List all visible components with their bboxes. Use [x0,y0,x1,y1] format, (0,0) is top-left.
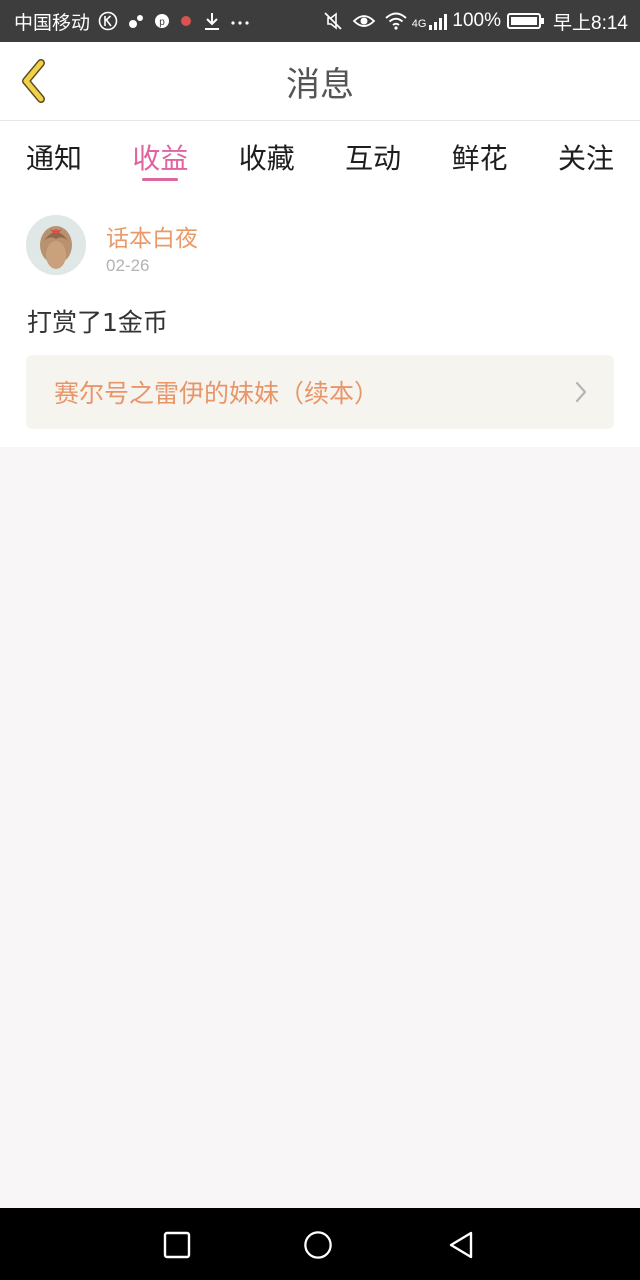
status-bar-left: 中国移动 p [0,8,250,35]
app-icon [178,13,194,29]
triangle-back-icon [449,1231,473,1259]
square-icon [163,1231,191,1259]
download-icon [202,11,222,31]
status-bar-right: 4G 100% 早上8:14 [314,8,640,35]
username[interactable]: 话本白夜 [106,219,198,253]
mute-icon [322,10,344,32]
book-link[interactable]: 赛尔号之雷伊的妹妹（续本） [26,355,614,429]
k-icon [98,11,118,31]
more-icon [230,11,250,31]
tab-favorites[interactable]: 收藏 [239,121,295,193]
svg-text:p: p [159,17,165,28]
eye-icon [352,11,376,31]
tab-bar: 通知 收益 收藏 互动 鲜花 关注 [0,121,640,193]
p-icon: p [154,13,170,29]
tab-interactions[interactable]: 互动 [345,121,401,193]
tab-earnings[interactable]: 收益 [132,121,188,193]
signal-icon [428,12,448,30]
avatar[interactable] [26,215,86,275]
recent-apps-button[interactable] [162,1230,192,1260]
status-bar: 中国移动 p 4G 100% 早上8:14 [0,0,640,42]
network-type: 4G [411,17,427,30]
wifi-icon [384,11,408,31]
message-card: 话本白夜 02-26 打赏了1金币 赛尔号之雷伊的妹妹（续本） [0,193,640,447]
tab-flowers[interactable]: 鲜花 [452,121,508,193]
title-bar: 消息 [0,42,640,121]
navigation-bar [0,1208,640,1280]
battery-percent: 100% [452,10,502,31]
clock: 早上8:14 [553,12,628,34]
home-button[interactable] [303,1230,333,1260]
carrier-label: 中国移动 [14,12,91,34]
back-nav-button[interactable] [446,1230,476,1260]
circle-icon [304,1231,332,1259]
page-title: 消息 [286,64,354,105]
tab-follows[interactable]: 关注 [558,121,614,193]
battery-icon [507,13,545,29]
message-text: 打赏了1金币 [27,308,168,337]
book-title: 赛尔号之雷伊的妹妹（续本） [54,379,380,408]
app-icon [126,11,146,31]
tab-notifications[interactable]: 通知 [26,121,82,193]
chevron-right-icon [575,381,587,403]
message-date: 02-26 [106,256,150,275]
